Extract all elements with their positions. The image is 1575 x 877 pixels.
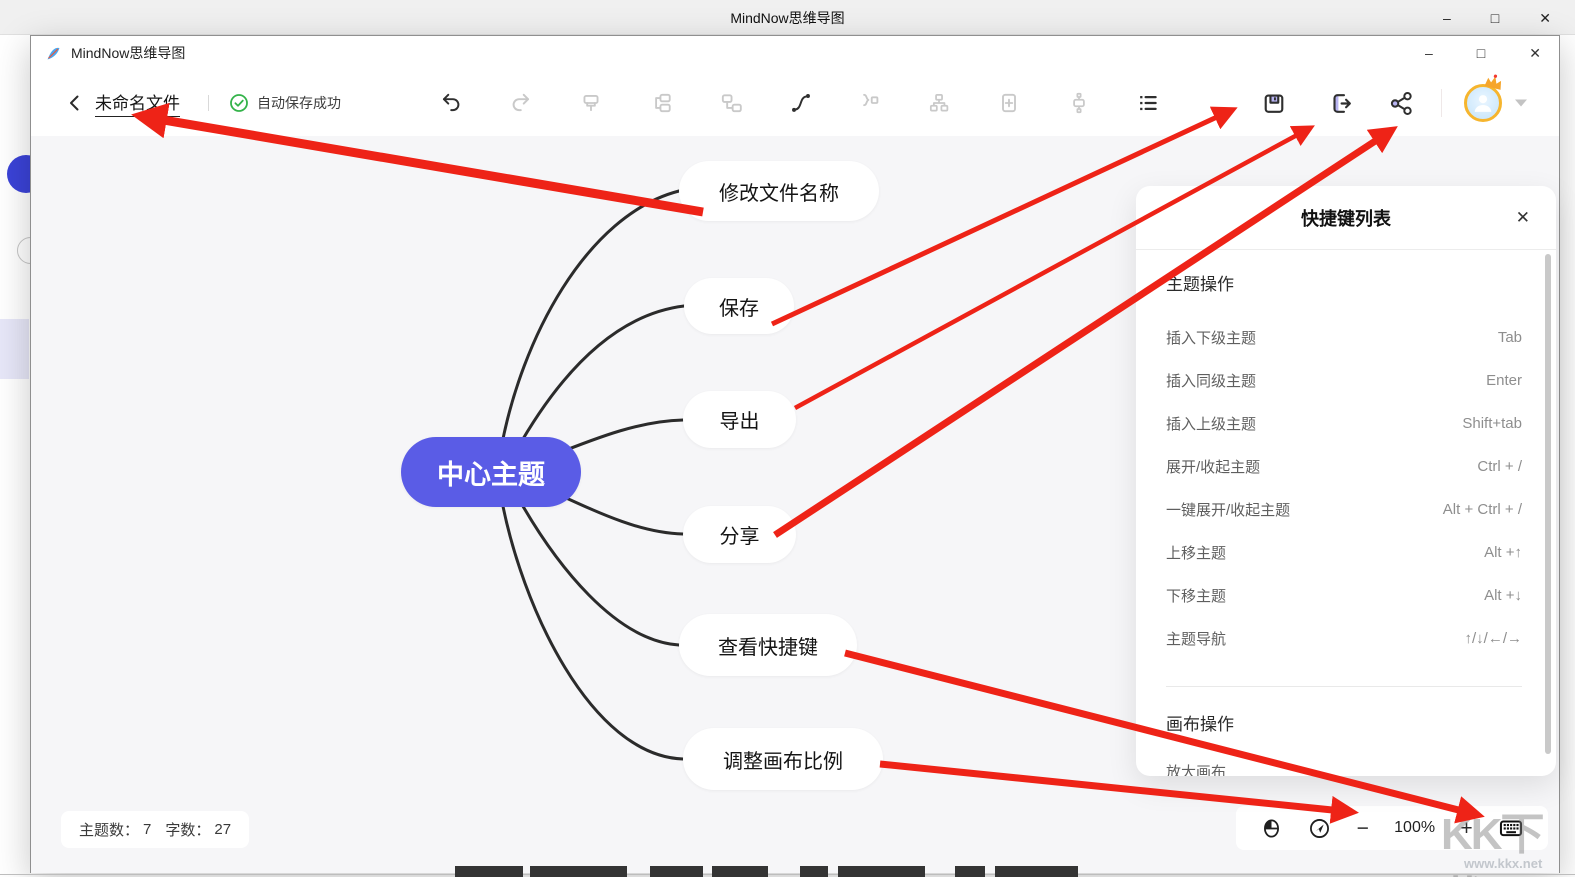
section-heading-topic: 主题操作 [1166, 272, 1522, 298]
insert-icon[interactable] [996, 90, 1022, 116]
panel-divider [1166, 686, 1522, 687]
words-count: 27 [214, 821, 231, 838]
shortcut-label: 下移主题 [1166, 585, 1226, 606]
app-titlebar: MindNow思维导图 – □ ✕ [31, 36, 1559, 70]
shortcut-label: 插入同级主题 [1166, 370, 1256, 391]
app-minimize-button[interactable]: – [1425, 46, 1433, 60]
shortcut-keys: ↑/↓/←/→ [1464, 630, 1522, 647]
os-window-title: MindNow思维导图 [0, 0, 1575, 35]
app-title: MindNow思维导图 [71, 43, 185, 63]
screen: MindNow思维导图 – □ ✕ MindNow思维导图 – □ ✕ [0, 0, 1575, 877]
background-highlight-row [0, 319, 29, 379]
shortcut-keys: Enter [1486, 372, 1522, 389]
words-label: 字数： [165, 819, 210, 840]
dropdown-icon[interactable] [1515, 100, 1527, 107]
redo-icon[interactable] [508, 90, 534, 116]
logo-icon [45, 45, 62, 62]
mindmap-center-node[interactable]: 中心主题 [401, 437, 581, 507]
shortcut-keys: Ctrl + / [1477, 458, 1522, 475]
clipped-text-strip [0, 866, 1575, 877]
shortcut-label: 上移主题 [1166, 542, 1226, 563]
panel-scrollbar[interactable] [1545, 254, 1551, 754]
relation-line-icon[interactable] [788, 90, 814, 116]
shortcut-label: 插入上级主题 [1166, 413, 1256, 434]
shortcut-panel-header: 快捷键列表 ✕ [1136, 186, 1556, 250]
shortcut-label: 一键展开/收起主题 [1166, 499, 1290, 520]
shortcut-label: 插入下级主题 [1166, 327, 1256, 348]
toolbar: 未命名文件 自动保存成功 [31, 70, 1559, 136]
avatar[interactable] [1464, 84, 1502, 122]
mouse-icon[interactable] [1260, 817, 1283, 840]
structure-icon[interactable] [926, 90, 952, 116]
status-bar: 主题数： 7 字数： 27 [61, 811, 249, 848]
shortcut-row: 上移主题 Alt +↑ [1166, 531, 1522, 574]
close-icon[interactable]: ✕ [1516, 208, 1530, 228]
child-topic-icon[interactable] [718, 90, 744, 116]
os-minimize-button[interactable]: – [1443, 11, 1451, 25]
app-maximize-button[interactable]: □ [1477, 46, 1485, 60]
topics-count: 7 [143, 821, 151, 838]
autosave-text: 自动保存成功 [257, 93, 341, 113]
toolbar-separator [208, 95, 209, 111]
shortcut-keys: Shift+tab [1462, 415, 1522, 432]
mindmap-node-save[interactable]: 保存 [684, 278, 794, 334]
node-anchor-icon[interactable] [1066, 90, 1092, 116]
autosave-icon [229, 93, 249, 113]
shortcut-row: 插入同级主题 Enter [1166, 359, 1522, 402]
outline-icon[interactable] [1135, 90, 1161, 116]
shortcut-keys: Alt +↑ [1484, 544, 1522, 561]
save-icon[interactable] [1261, 90, 1287, 116]
summary-icon[interactable] [856, 90, 882, 116]
shortcut-row: 一键展开/收起主题 Alt + Ctrl + / [1166, 488, 1522, 531]
shortcut-row: 插入上级主题 Shift+tab [1166, 402, 1522, 445]
shortcut-panel: 快捷键列表 ✕ 主题操作 插入下级主题 Tab 插入同级主题 Enter 插入上… [1136, 186, 1556, 776]
shortcut-row: 插入下级主题 Tab [1166, 316, 1522, 359]
mindmap-node-canvas-ratio[interactable]: 调整画布比例 [683, 728, 883, 790]
os-close-button[interactable]: ✕ [1539, 11, 1551, 25]
shortcut-panel-title: 快捷键列表 [1301, 205, 1391, 231]
shortcut-row: 展开/收起主题 Ctrl + / [1166, 445, 1522, 488]
shortcut-keys: Tab [1498, 329, 1522, 346]
toolbar-separator-2 [1441, 89, 1442, 117]
section-heading-canvas: 画布操作 [1166, 712, 1522, 738]
mindmap-node-shortcuts[interactable]: 查看快捷键 [679, 614, 857, 676]
shortcut-label: 主题导航 [1166, 628, 1226, 649]
shortcut-keys: Alt + Ctrl + / [1443, 501, 1522, 518]
shortcut-label: 放大画布 [1166, 761, 1226, 776]
shortcut-row: 主题导航 ↑/↓/←/→ [1166, 617, 1522, 660]
zoom-level: 100% [1394, 819, 1435, 837]
mindmap-node-export[interactable]: 导出 [683, 391, 796, 448]
shortcut-label: 展开/收起主题 [1166, 456, 1260, 477]
shortcut-row: 下移主题 Alt +↓ [1166, 574, 1522, 617]
os-titlebar: MindNow思维导图 – □ ✕ [0, 0, 1575, 35]
export-icon[interactable] [1328, 90, 1354, 116]
share-icon[interactable] [1388, 90, 1414, 116]
app-close-button[interactable]: ✕ [1529, 46, 1541, 60]
shortcut-keys: Alt +↓ [1484, 587, 1522, 604]
file-name[interactable]: 未命名文件 [95, 89, 180, 117]
locate-icon[interactable] [1308, 817, 1331, 840]
sibling-topic-icon[interactable] [648, 90, 674, 116]
format-painter-icon[interactable] [578, 90, 604, 116]
zoom-out-button[interactable]: − [1357, 818, 1369, 839]
undo-icon[interactable] [438, 90, 464, 116]
app-window: MindNow思维导图 – □ ✕ 未命名文件 [30, 35, 1560, 873]
mindmap-node-share[interactable]: 分享 [683, 506, 796, 563]
os-maximize-button[interactable]: □ [1491, 11, 1499, 25]
topics-label: 主题数： [79, 819, 139, 840]
mindmap-node-rename[interactable]: 修改文件名称 [679, 161, 879, 221]
shortcut-row-clipped: 放大画布 [1166, 750, 1522, 776]
back-icon[interactable] [65, 93, 85, 113]
autosave-status: 自动保存成功 [229, 93, 341, 113]
user-icon [1469, 89, 1497, 117]
